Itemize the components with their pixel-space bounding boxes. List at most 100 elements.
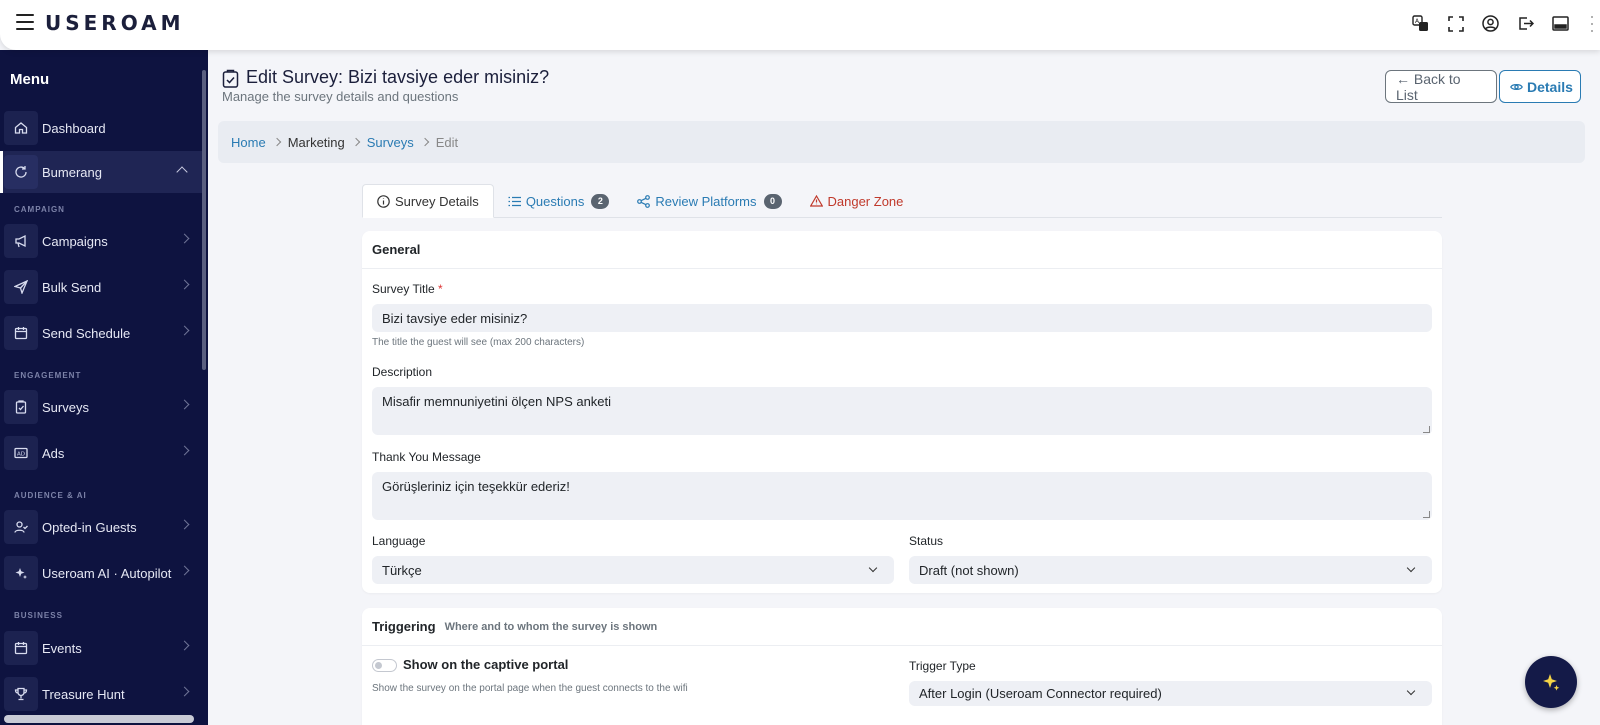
ai-assistant-button[interactable] [1525,656,1577,708]
thank-you-label: Thank You Message [372,450,481,464]
back-to-list-label: ← Back to List [1396,70,1461,103]
info-icon [377,194,390,208]
page-subtitle: Manage the survey details and questions [222,89,459,104]
sidebar-item-treasure-hunt[interactable]: Treasure Hunt [0,673,202,715]
trophy-icon [4,677,38,711]
breadcrumb-home[interactable]: Home [231,135,266,150]
captive-portal-toggle[interactable] [372,659,397,672]
language-select[interactable]: Türkçe [372,556,894,584]
sidebar-item-opted-in-guests[interactable]: Opted-in Guests [0,506,202,548]
translate-icon[interactable]: A [1411,14,1430,33]
survey-title-label-text: Survey Title [372,282,435,296]
panel-icon[interactable] [1551,14,1570,33]
chevron-down-icon [868,563,878,573]
svg-text:AD: AD [17,452,25,458]
chevron-right-icon [179,325,190,336]
sidebar-item-label: Dashboard [42,120,106,136]
sidebar-item-label: Send Schedule [42,325,131,341]
tab-questions[interactable]: Questions 2 [494,184,624,218]
section-label-audience-ai: AUDIENCE & AI [14,491,87,500]
tab-label: Questions [525,193,585,209]
chevron-right-icon [179,233,190,244]
tab-label: Review Platforms [655,193,757,209]
logout-icon[interactable] [1516,14,1535,33]
tab-label: Danger Zone [827,193,904,209]
useroam-logo[interactable]: USEROAM [45,11,185,35]
list-icon [508,196,521,207]
resize-handle-icon[interactable] [1423,511,1430,518]
breadcrumb-surveys[interactable]: Surveys [367,135,414,150]
sidebar-item-bulk-send[interactable]: Bulk Send [0,266,202,308]
trigger-type-select[interactable]: After Login (Useroam Connector required) [909,681,1432,706]
eye-icon [1510,82,1523,92]
clipboard-icon [4,390,38,424]
sidebar-item-useroam-ai[interactable]: Useroam AI · Autopilot [0,552,202,594]
top-toolbar: A [1411,14,1570,33]
sidebar-item-label: Bumerang [42,164,102,180]
sidebar-item-label: Bulk Send [42,279,102,295]
description-value: Misafir memnuniyetini ölçen NPS anketi [382,394,612,409]
general-card-header: General [362,231,1442,269]
sidebar-title: Menu [10,71,50,88]
breadcrumb-edit: Edit [435,134,459,150]
trigger-type-label: Trigger Type [909,659,976,673]
user-check-icon [4,510,38,544]
chevron-right-icon [179,399,190,410]
survey-title-input[interactable]: Bizi tavsiye eder misiniz? [372,304,1432,332]
section-label-engagement: ENGAGEMENT [14,371,82,380]
required-marker: * [438,282,443,296]
sidebar-scrollbar[interactable] [202,70,206,370]
general-heading: General [372,242,421,257]
sidebar-item-surveys[interactable]: Surveys [0,386,202,428]
sidebar-item-label: Treasure Hunt [42,686,125,702]
chevron-down-icon [1406,563,1416,573]
thank-you-textarea[interactable]: Görüşleriniz için teşekkür ederiz! [372,472,1432,520]
megaphone-icon [4,224,38,258]
sparkle-icon [1541,672,1561,692]
sidebar-item-bumerang[interactable]: Bumerang [0,151,202,193]
chevron-right-icon [179,640,190,651]
chevron-right-icon [420,137,429,147]
tab-review-platforms[interactable]: Review Platforms 0 [623,184,795,218]
status-label: Status [909,534,944,548]
back-to-list-button[interactable]: ← Back to List [1385,70,1497,103]
refresh-icon [4,155,38,189]
ad-icon: AD [4,436,38,470]
chevron-right-icon [179,445,190,456]
resize-handle-icon[interactable] [1423,426,1430,433]
review-platforms-count-badge: 0 [763,193,782,209]
sidebar-item-dashboard[interactable]: Dashboard [0,107,202,149]
sidebar-item-send-schedule[interactable]: Send Schedule [0,312,202,354]
status-value: Draft (not shown) [919,562,1019,578]
captive-portal-label: Show on the captive portal [403,657,569,672]
language-label: Language [372,534,426,548]
sidebar-item-campaigns[interactable]: Campaigns [0,220,202,262]
status-select[interactable]: Draft (not shown) [909,556,1432,584]
trigger-type-value: After Login (Useroam Connector required) [919,686,1162,701]
send-icon [4,270,38,304]
more-options-icon[interactable] [1590,16,1594,32]
fullscreen-icon[interactable] [1446,14,1465,33]
sidebar-item-ads[interactable]: AD Ads [0,432,202,474]
triggering-heading: Triggering [372,619,436,634]
calendar-icon [4,631,38,665]
triggering-card-header: Triggering Where and to whom the survey … [362,608,1442,646]
sidebar-horizontal-scrollbar[interactable] [4,715,194,723]
survey-title-help: The title the guest will see (max 200 ch… [372,337,585,348]
section-label-campaign: CAMPAIGN [14,205,65,214]
tab-danger-zone[interactable]: Danger Zone [796,184,918,218]
tab-survey-details[interactable]: Survey Details [362,184,494,218]
description-textarea[interactable]: Misafir memnuniyetini ölçen NPS anketi [372,387,1432,435]
user-profile-icon[interactable] [1481,14,1500,33]
questions-count-badge: 2 [591,193,610,209]
sidebar-item-label: Events [42,640,82,656]
description-label: Description [372,365,433,379]
page-title: Edit Survey: Bizi tavsiye eder misiniz? [246,67,550,87]
hamburger-menu-icon[interactable] [16,14,34,30]
details-button[interactable]: Details [1499,70,1581,103]
sidebar-item-events[interactable]: Events [0,627,202,669]
share-icon [637,194,651,208]
survey-title-label: Survey Title * [372,282,443,296]
warning-icon [809,195,823,207]
clipboard-check-icon [222,69,239,88]
